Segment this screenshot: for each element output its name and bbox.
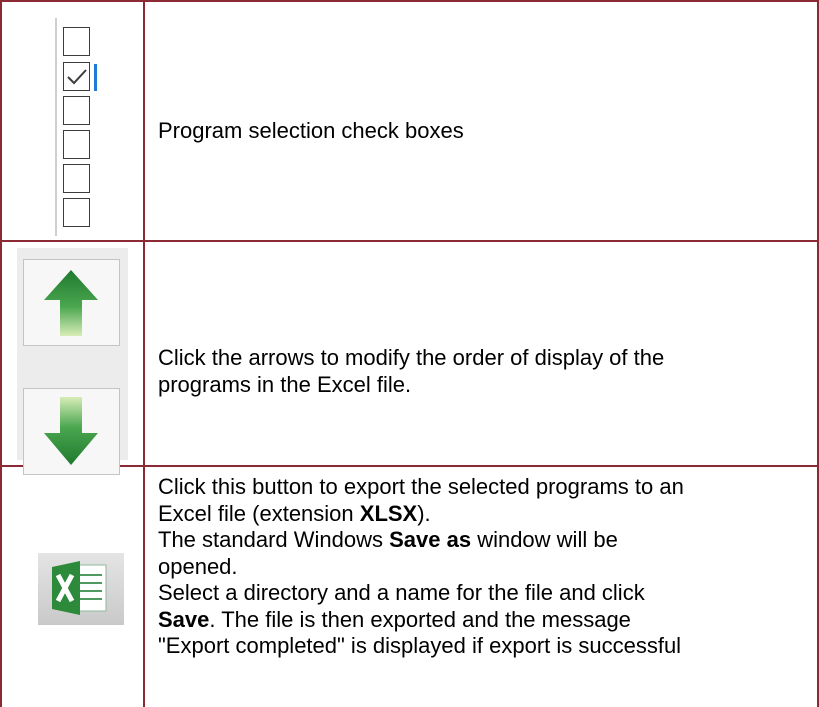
- program-checkbox-4[interactable]: [63, 130, 90, 159]
- program-checkbox-6[interactable]: [63, 198, 90, 227]
- arrow-up-icon: [44, 270, 98, 336]
- arrows-description: Click the arrows to modify the order of …: [158, 345, 808, 398]
- move-up-button[interactable]: [23, 259, 120, 346]
- table-border-top: [0, 0, 818, 2]
- save-as-label: Save as: [389, 527, 472, 552]
- program-checkbox-3[interactable]: [63, 96, 90, 125]
- export-line-4: opened.: [158, 553, 238, 579]
- arrow-down-icon: [44, 397, 98, 465]
- excel-export-button[interactable]: [38, 553, 124, 625]
- order-arrows-panel: [17, 248, 128, 475]
- column-divider: [143, 0, 145, 707]
- arrows-description-line-1: Click the arrows to modify the order of …: [158, 345, 665, 370]
- excel-export-icon: [52, 561, 107, 615]
- check-mark-icon: [67, 69, 87, 85]
- save-label: Save: [158, 606, 210, 632]
- program-checkbox-5[interactable]: [63, 164, 90, 193]
- program-checkbox-2[interactable]: [63, 62, 90, 91]
- row-divider-2: [0, 465, 818, 467]
- export-line-3: The standard Windows Save as window will…: [158, 527, 618, 552]
- help-table: Program selection check boxes Click the …: [0, 0, 819, 707]
- arrows-description-line-2: programs in the Excel file.: [158, 371, 412, 397]
- export-line-5: Select a directory and a name for the fi…: [158, 580, 645, 605]
- checkbox-description: Program selection check boxes: [158, 118, 464, 143]
- checkbox-list-separator: [55, 18, 57, 236]
- row-divider-1: [0, 240, 818, 242]
- export-line-6: Save. The file is then exported and the …: [158, 606, 631, 632]
- export-line-7: "Export completed" is displayed if expor…: [158, 633, 682, 658]
- checkbox-focus-indicator: [94, 64, 97, 91]
- export-description: Click this button to export the selected…: [158, 474, 808, 660]
- program-checkbox-1[interactable]: [63, 27, 90, 56]
- move-down-button[interactable]: [23, 388, 120, 475]
- xlsx-extension: XLSX: [359, 500, 418, 526]
- export-line-1: Click this button to export the selected…: [158, 474, 684, 499]
- export-line-2: Excel file (extension XLSX).: [158, 500, 431, 526]
- table-border-left: [0, 0, 2, 707]
